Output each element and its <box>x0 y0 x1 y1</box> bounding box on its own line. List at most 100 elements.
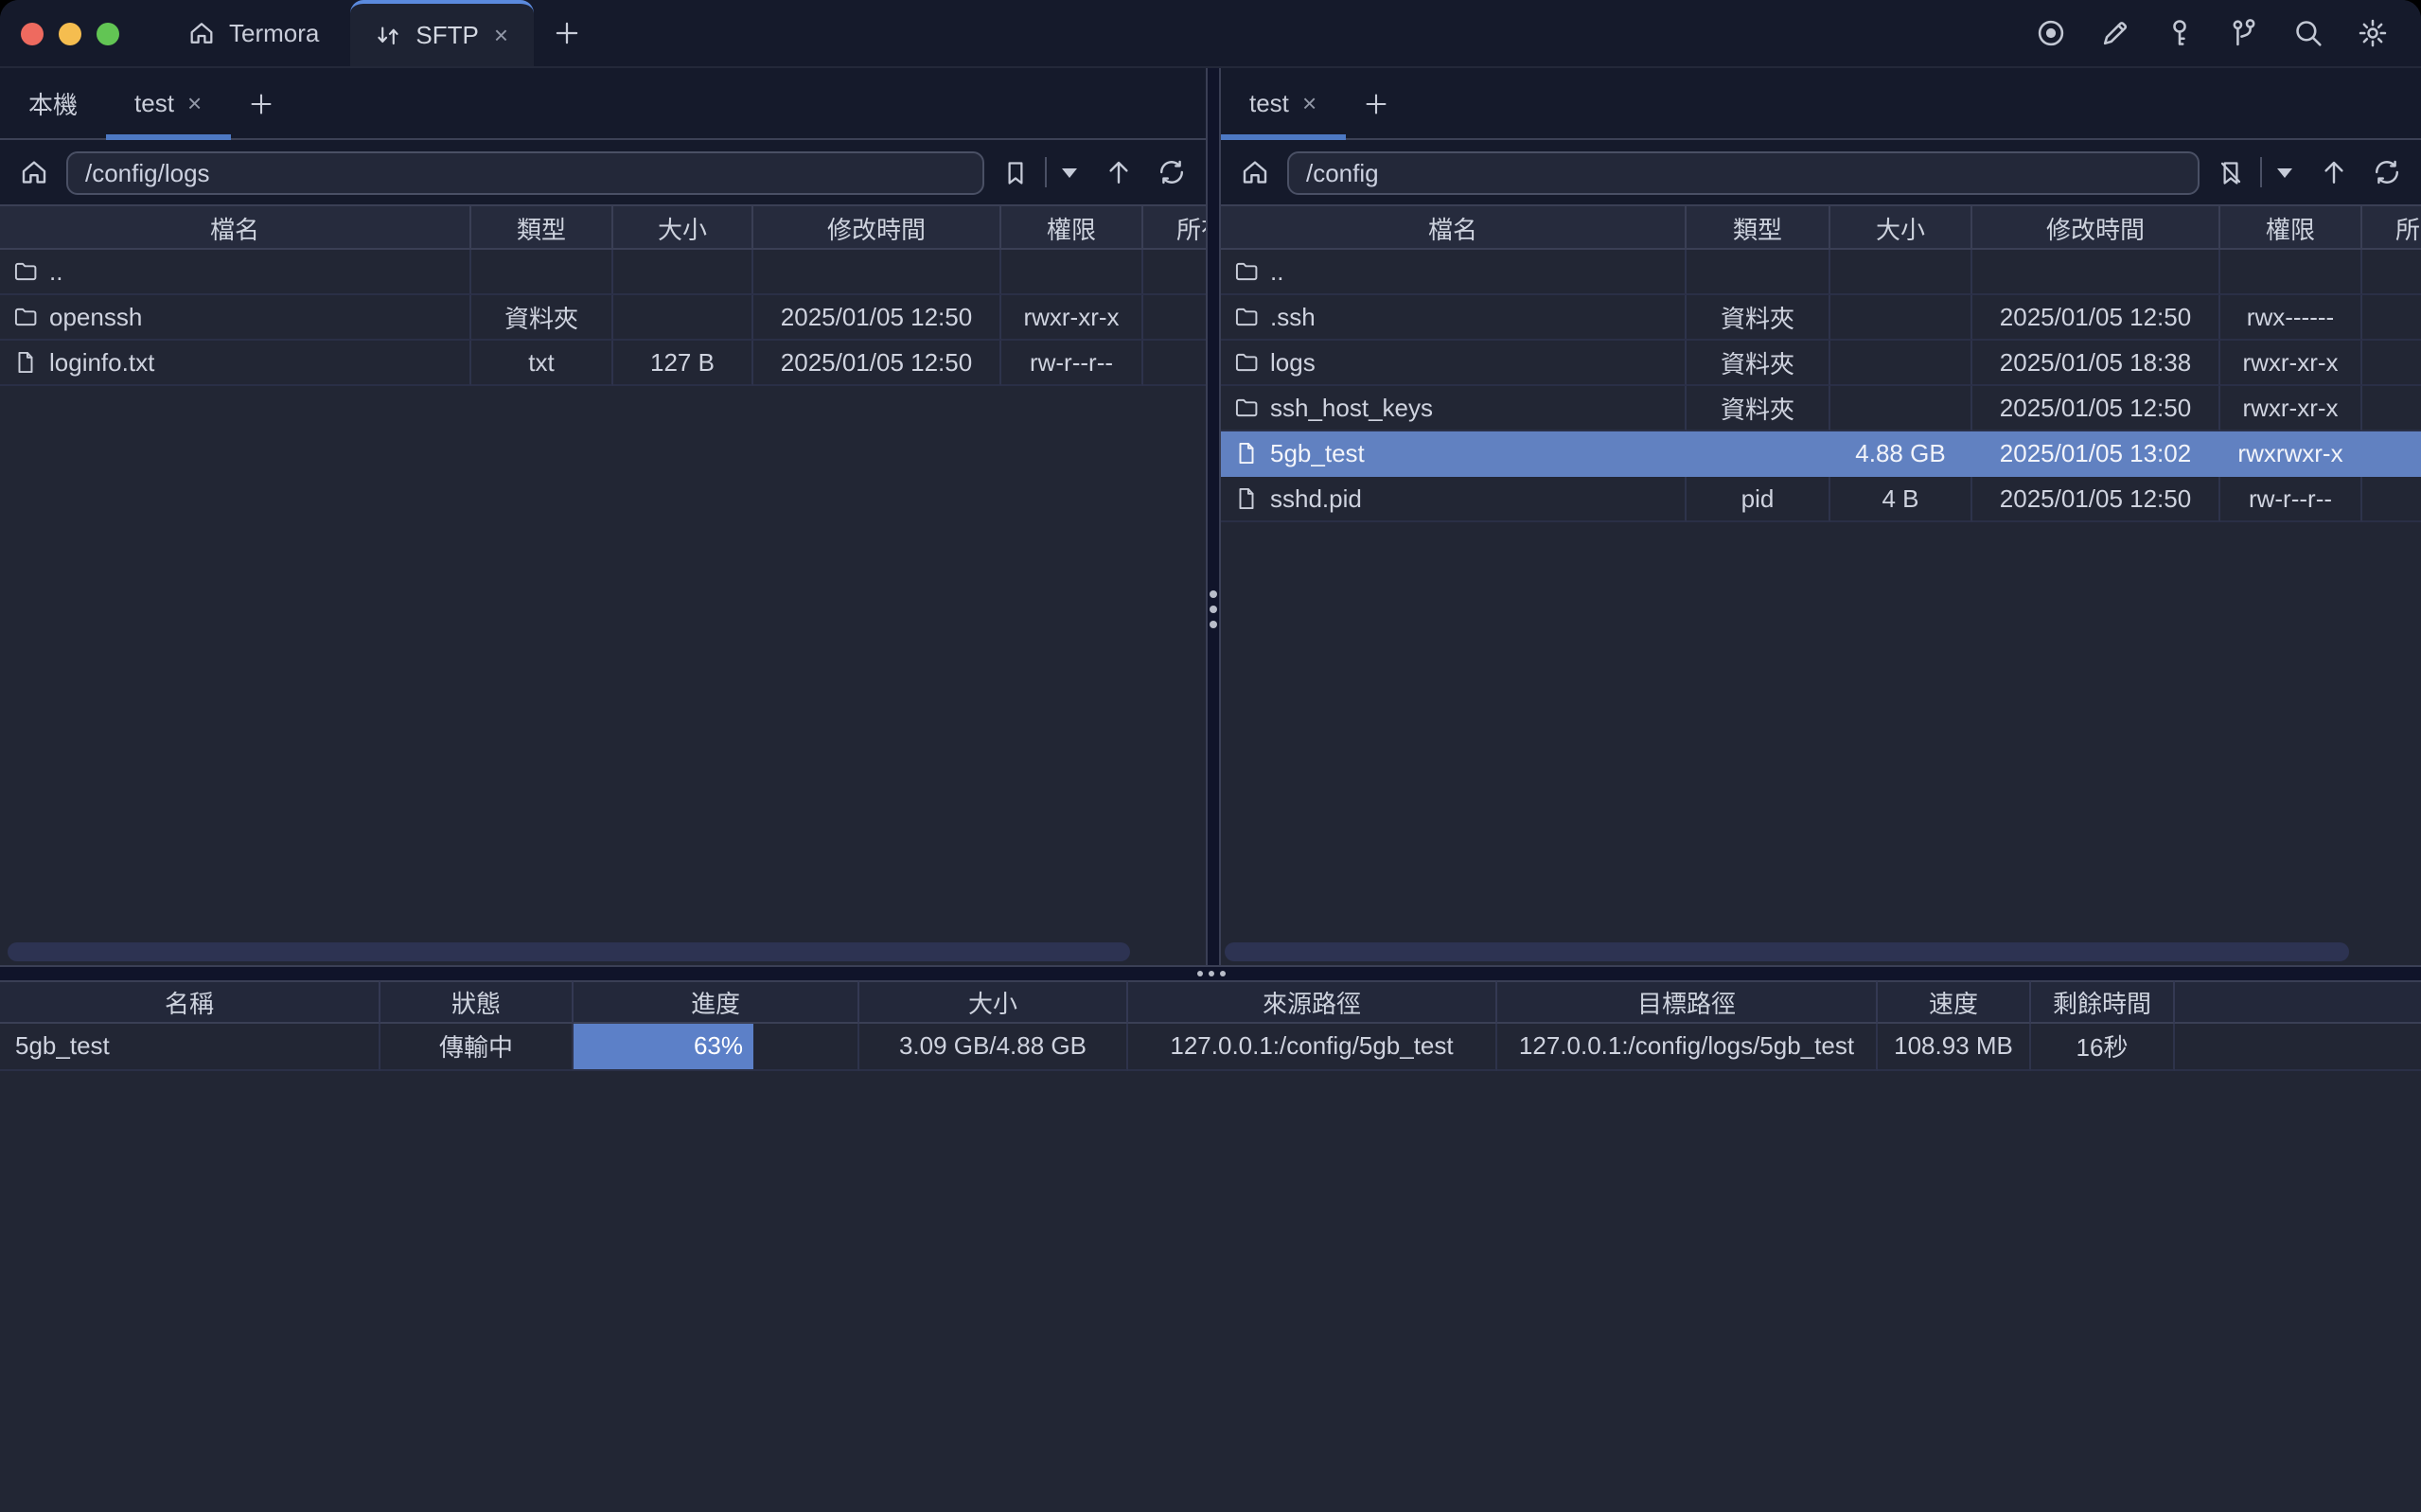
file-permissions: rwxr-xr-x <box>1001 295 1143 341</box>
left-path-bar <box>0 140 1206 204</box>
file-owner <box>1143 250 1206 295</box>
table-row[interactable]: openssh 資料夾 2025/01/05 12:50 rwxr-xr-x <box>0 295 1206 341</box>
file-permissions: rw-r--r-- <box>2220 477 2362 522</box>
scrollbar-thumb[interactable] <box>1225 941 2349 960</box>
file-mtime: 2025/01/05 12:50 <box>1972 295 2220 341</box>
right-table-header: 檔名 類型 大小 修改時間 權限 所有者 <box>1221 204 2421 250</box>
column-header-eta[interactable]: 剩餘時間 <box>2031 979 2175 1023</box>
column-header-target[interactable]: 目標路徑 <box>1497 979 1878 1023</box>
file-type: 資料夾 <box>1687 386 1830 431</box>
arrow-up-icon[interactable] <box>1104 157 1134 187</box>
bookmark-icon[interactable] <box>1001 158 1030 186</box>
column-header-size[interactable]: 大小 <box>1830 204 1972 250</box>
tab-local[interactable]: 本機 <box>0 68 106 138</box>
file-mtime: 2025/01/05 12:50 <box>753 295 1001 341</box>
table-row[interactable]: .. <box>1221 250 2421 295</box>
column-header-name[interactable]: 名稱 <box>0 979 380 1023</box>
scrollbar-thumb[interactable] <box>8 941 1130 960</box>
termora-window: Termora SFTP × 本機 test <box>0 0 2421 1512</box>
right-horizontal-scrollbar[interactable] <box>1221 938 2421 964</box>
column-header-source[interactable]: 來源路徑 <box>1128 979 1497 1023</box>
column-header-perm[interactable]: 權限 <box>1001 204 1143 250</box>
folder-icon <box>13 305 38 329</box>
table-row-selected[interactable]: 5gb_test 4.88 GB 2025/01/05 13:02 rwxrwx… <box>1221 431 2421 477</box>
refresh-icon[interactable] <box>1157 157 1187 187</box>
column-header-mtime[interactable]: 修改時間 <box>753 204 1001 250</box>
caret-down-icon[interactable] <box>2277 167 2292 177</box>
tab-test-right[interactable]: test × <box>1221 68 1345 138</box>
left-file-panel: 本機 test × <box>0 68 1206 964</box>
table-row[interactable]: loginfo.txt txt 127 B 2025/01/05 12:50 r… <box>0 341 1206 386</box>
column-header-owner[interactable]: 所有者 <box>1143 204 1206 250</box>
table-row[interactable]: .ssh 資料夾 2025/01/05 12:50 rwx------ <box>1221 295 2421 341</box>
file-icon <box>1234 486 1259 511</box>
left-new-tab-button[interactable] <box>230 68 291 138</box>
right-path-input[interactable] <box>1287 150 2200 194</box>
tab-sftp[interactable]: SFTP × <box>349 0 533 66</box>
left-path-actions <box>1001 157 1187 187</box>
table-row[interactable]: .. <box>0 250 1206 295</box>
settings-gear-icon[interactable] <box>2357 17 2389 49</box>
file-name: .. <box>1270 257 1283 286</box>
maximize-window-button[interactable] <box>97 22 119 44</box>
minimize-window-button[interactable] <box>59 22 81 44</box>
file-name: sshd.pid <box>1270 484 1362 513</box>
home-icon[interactable] <box>19 157 49 187</box>
record-icon[interactable] <box>2035 17 2067 49</box>
file-permissions: rw-r--r-- <box>1001 341 1143 386</box>
column-header-size[interactable]: 大小 <box>613 204 753 250</box>
key-icon[interactable] <box>2164 17 2196 49</box>
refresh-icon[interactable] <box>2372 157 2402 187</box>
tab-test-left[interactable]: test × <box>106 68 230 138</box>
file-mtime: 2025/01/05 12:50 <box>1972 386 2220 431</box>
close-tab-icon[interactable]: × <box>187 91 202 115</box>
file-type: pid <box>1687 477 1830 522</box>
transfer-row[interactable]: 5gb_test 傳輸中 63% 3.09 GB/4.88 GB 127.0.0… <box>0 1023 2421 1070</box>
bookmark-slash-icon[interactable] <box>2217 158 2245 186</box>
panel-splitter-horizontal[interactable] <box>0 964 2421 979</box>
file-size <box>613 295 753 341</box>
branch-icon[interactable] <box>2228 17 2260 49</box>
left-path-input[interactable] <box>66 150 984 194</box>
table-row[interactable]: sshd.pid pid 4 B 2025/01/05 12:50 rw-r--… <box>1221 477 2421 522</box>
folder-icon <box>1234 259 1259 284</box>
column-header-name[interactable]: 檔名 <box>1221 204 1687 250</box>
column-header-perm[interactable]: 權限 <box>2220 204 2362 250</box>
folder-icon <box>1234 305 1259 329</box>
column-header-mtime[interactable]: 修改時間 <box>1972 204 2220 250</box>
file-owner <box>2362 386 2421 431</box>
tab-test-label: test <box>134 89 174 117</box>
right-new-tab-button[interactable] <box>1345 68 1405 138</box>
new-tab-button[interactable] <box>533 0 601 66</box>
file-size <box>1830 250 1972 295</box>
arrow-up-icon[interactable] <box>2319 157 2349 187</box>
edit-pencil-icon[interactable] <box>2099 17 2131 49</box>
file-size: 127 B <box>613 341 753 386</box>
left-horizontal-scrollbar[interactable] <box>0 938 1206 964</box>
file-type <box>1687 250 1830 295</box>
tab-local-label: 本機 <box>28 85 78 121</box>
column-header-progress[interactable]: 進度 <box>574 979 859 1023</box>
tab-termora[interactable]: Termora <box>157 0 349 66</box>
search-icon[interactable] <box>2292 17 2324 49</box>
column-header-type[interactable]: 類型 <box>1687 204 1830 250</box>
table-row[interactable]: ssh_host_keys 資料夾 2025/01/05 12:50 rwxr-… <box>1221 386 2421 431</box>
panel-splitter-vertical[interactable] <box>1206 68 1221 964</box>
column-header-speed[interactable]: 速度 <box>1878 979 2031 1023</box>
home-icon[interactable] <box>1240 157 1270 187</box>
titlebar-toolbar <box>2035 0 2421 66</box>
column-header-size[interactable]: 大小 <box>859 979 1128 1023</box>
close-tab-icon[interactable]: × <box>1302 91 1317 115</box>
column-header-type[interactable]: 類型 <box>471 204 613 250</box>
column-header-status[interactable]: 狀態 <box>380 979 574 1023</box>
table-row[interactable]: logs 資料夾 2025/01/05 18:38 rwxr-xr-x <box>1221 341 2421 386</box>
close-window-button[interactable] <box>21 22 44 44</box>
progress-bar: 63% <box>574 1023 752 1068</box>
column-header-name[interactable]: 檔名 <box>0 204 471 250</box>
transfer-status: 傳輸中 <box>380 1023 574 1070</box>
file-permissions: rwx------ <box>2220 295 2362 341</box>
column-header-owner[interactable]: 所有者 <box>2362 204 2421 250</box>
file-owner <box>2362 431 2421 477</box>
caret-down-icon[interactable] <box>1062 167 1077 177</box>
close-tab-icon[interactable]: × <box>494 23 508 47</box>
